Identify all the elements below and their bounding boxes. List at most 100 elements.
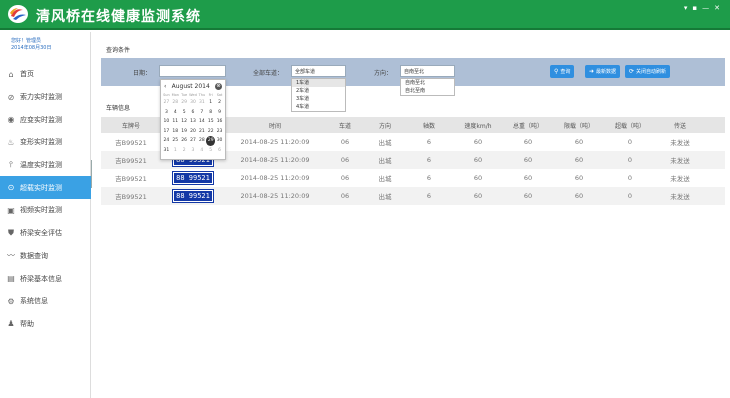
- sidebar-item-label: 帮助: [20, 319, 34, 328]
- calendar-day[interactable]: 21: [197, 127, 206, 137]
- sidebar-item-9[interactable]: ▤ 桥梁基本信息: [0, 267, 91, 290]
- calendar-day[interactable]: 19: [180, 127, 189, 137]
- lane-option[interactable]: 1车道: [292, 79, 345, 87]
- calendar-day[interactable]: 16: [215, 117, 224, 127]
- table-row[interactable]: 吉B99521 88 99521 2014-08-25 11:20:09 06 出城 6 6…: [101, 169, 725, 187]
- date-label: 日期：: [133, 70, 152, 77]
- lane-option[interactable]: 4车道: [292, 103, 345, 111]
- calendar-day[interactable]: 5: [206, 146, 215, 156]
- sidebar-item-8[interactable]: 〰数据查询: [0, 245, 91, 268]
- cell-send: 未发送: [670, 139, 690, 147]
- calendar-day[interactable]: 1: [206, 98, 215, 108]
- table-row[interactable]: 吉B99521 88 99521 2014-08-25 11:20:09 06 出城 6 6…: [101, 187, 725, 205]
- cell-photo: 88 99521: [161, 171, 225, 185]
- cell-plate: 吉B99521: [115, 193, 147, 201]
- direction-dropdown[interactable]: 自南至北 自北至南: [400, 78, 455, 96]
- calendar-day[interactable]: 4: [197, 146, 206, 156]
- sidebar-item-3[interactable]: ♨ 变形实时监测: [0, 131, 91, 154]
- sidebar-item-0[interactable]: ⌂ 首页: [0, 63, 91, 86]
- home-icon: ⌂: [8, 69, 14, 79]
- cell-plate: 吉B99521: [115, 139, 147, 147]
- calendar-day[interactable]: 28: [171, 98, 180, 108]
- latest-data-button[interactable]: ➜ 最新数据: [585, 65, 621, 78]
- lane-option[interactable]: 3车道: [292, 95, 345, 103]
- calendar-day[interactable]: 15: [206, 117, 215, 127]
- auto-refresh-button[interactable]: ⟳ 关闭自动刷新: [625, 65, 671, 78]
- calendar-day[interactable]: 1: [171, 146, 180, 156]
- prev-month-icon[interactable]: ‹: [164, 83, 166, 90]
- skin-icon[interactable]: ▪: [692, 4, 697, 12]
- calendar-day[interactable]: 24: [162, 136, 171, 146]
- calendar-day[interactable]: 3: [189, 146, 198, 156]
- cell-direction: 出城: [378, 139, 392, 147]
- calendar-day[interactable]: 31: [162, 146, 171, 156]
- calendar-day[interactable]: 12: [180, 117, 189, 127]
- cell-time: 2014-08-25 11:20:09: [240, 156, 310, 164]
- sidebar-item-label: 索力实时监测: [20, 93, 62, 102]
- calendar-day[interactable]: 6: [189, 108, 198, 118]
- calendar-day[interactable]: 20: [189, 127, 198, 137]
- calendar-day[interactable]: 14: [197, 117, 206, 127]
- sidebar-item-2[interactable]: ◉ 应变实时监测: [0, 108, 91, 131]
- calendar-day[interactable]: 8: [206, 108, 215, 118]
- cell-send: 未发送: [670, 193, 690, 201]
- sidebar-item-1[interactable]: ⊘ 索力实时监测: [0, 86, 91, 109]
- calendar-day[interactable]: 23: [215, 127, 224, 137]
- sidebar-item-10[interactable]: ⚙ 系统信息: [0, 290, 91, 313]
- calendar-day[interactable]: 28: [197, 136, 206, 146]
- calendar-day[interactable]: 30: [189, 98, 198, 108]
- calendar-day[interactable]: 22: [206, 127, 215, 137]
- close-icon[interactable]: ⊗: [215, 82, 222, 90]
- cell-send: 未发送: [670, 175, 690, 183]
- calendar-day[interactable]: 27: [189, 136, 198, 146]
- cell-axles: 6: [426, 192, 432, 200]
- calendar-day[interactable]: 10: [162, 117, 171, 127]
- date-input[interactable]: [159, 65, 226, 77]
- calendar-day[interactable]: 9: [215, 108, 224, 118]
- users-icon: ♟: [7, 319, 15, 329]
- lane-select[interactable]: 全部车道: [291, 65, 346, 77]
- direction-option[interactable]: 自北至南: [401, 87, 454, 95]
- direction-option[interactable]: 自南至北: [401, 79, 454, 87]
- cell-limit: 60: [574, 174, 584, 182]
- calendar-day[interactable]: 29: [180, 98, 189, 108]
- minimize-icon[interactable]: —: [702, 4, 709, 12]
- calendar-day[interactable]: 27: [162, 98, 171, 108]
- calendar-day[interactable]: 3: [162, 108, 171, 118]
- calendar-day[interactable]: 5: [180, 108, 189, 118]
- calendar-day[interactable]: 2: [180, 146, 189, 156]
- dropdown-icon[interactable]: ▾: [684, 4, 688, 12]
- sidebar-item-label: 系统信息: [20, 297, 48, 306]
- sidebar-item-7[interactable]: ⛊ 桥梁安全评估: [0, 222, 91, 245]
- calendar-day[interactable]: 25: [171, 136, 180, 146]
- calendar-day[interactable]: 18: [171, 127, 180, 137]
- calendar-day[interactable]: 17: [162, 127, 171, 137]
- calendar-day[interactable]: 13: [189, 117, 198, 127]
- calendar-day[interactable]: 6: [215, 146, 224, 156]
- plate-photo[interactable]: 88 99521: [172, 189, 214, 203]
- calendar-day[interactable]: 26: [180, 136, 189, 146]
- eye-icon: ◉: [7, 115, 15, 125]
- plate-photo[interactable]: 88 99521: [172, 171, 214, 185]
- sidebar-item-6[interactable]: ▣ 视频实时监测: [0, 199, 91, 222]
- sidebar-item-4[interactable]: ⫯ 温度实时监测: [0, 154, 91, 177]
- search-button[interactable]: ⚲ 查询: [550, 65, 575, 78]
- calendar-day[interactable]: 11: [171, 117, 180, 127]
- lane-dropdown[interactable]: 1车道 2车道 3车道 4车道: [291, 78, 346, 112]
- column-header: 传送: [673, 122, 686, 130]
- cell-total: 60: [523, 138, 533, 146]
- calendar-day[interactable]: 7: [197, 108, 206, 118]
- calendar-day[interactable]: 4: [171, 108, 180, 118]
- calendar-day[interactable]: 31: [197, 98, 206, 108]
- calendar-day[interactable]: 29: [206, 136, 216, 146]
- lane-option[interactable]: 2车道: [292, 87, 345, 95]
- sidebar-item-5[interactable]: ⊙ 超载实时监测: [0, 176, 91, 200]
- direction-select[interactable]: 自南至北: [400, 65, 455, 77]
- calendar-day[interactable]: 2: [215, 98, 224, 108]
- close-icon[interactable]: ✕: [714, 4, 720, 12]
- cell-time: 2014-08-25 11:20:09: [240, 174, 310, 182]
- sidebar-item-11[interactable]: ♟ 帮助: [0, 313, 91, 336]
- date-picker[interactable]: ‹ August 2014 ⊗ Sun Mon Tue Wed Thu Fri Sat 27 2…: [160, 79, 226, 160]
- calendar-day[interactable]: 30: [215, 136, 224, 146]
- cell-speed: 60: [473, 192, 483, 200]
